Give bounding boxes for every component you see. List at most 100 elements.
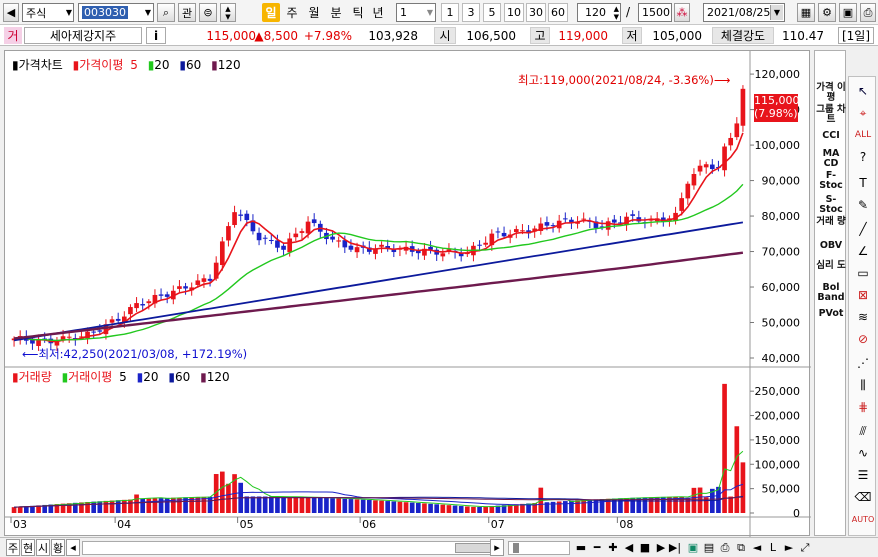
tab-stock[interactable]: 주 xyxy=(6,539,20,556)
indicator-group[interactable]: 그룹 차트 xyxy=(815,105,847,125)
stop-icon[interactable]: ■ xyxy=(638,540,652,555)
indicator-sstoc[interactable]: S- Stoc xyxy=(815,195,847,215)
price-tick-label: 120,000 xyxy=(755,68,801,81)
candle-body xyxy=(244,213,250,221)
indicator-macd[interactable]: MA CD xyxy=(815,149,847,169)
fan-icon[interactable]: ⋰ xyxy=(851,353,875,373)
indicator-fstoc[interactable]: F- Stoc xyxy=(815,171,847,191)
layout-icon[interactable]: ▦ xyxy=(797,3,815,22)
text-icon[interactable]: T xyxy=(851,173,875,193)
l-icon[interactable]: L xyxy=(766,540,780,555)
indicator-volume[interactable]: 거래 량 xyxy=(815,217,847,227)
preset-10[interactable]: 10 xyxy=(504,3,524,22)
fibo-icon[interactable]: ⊠ xyxy=(851,285,875,305)
candle-body xyxy=(146,301,152,304)
tab-current[interactable]: 현 xyxy=(21,539,35,556)
first-icon[interactable]: ◀ xyxy=(622,540,636,555)
fullscreen-icon[interactable]: ⤢ xyxy=(798,540,812,555)
indicator-cci[interactable]: CCI xyxy=(815,131,847,141)
tab-year[interactable]: 년 xyxy=(369,3,387,22)
channel-icon[interactable]: ≋ xyxy=(851,307,875,327)
help-icon[interactable]: ? xyxy=(851,147,875,167)
fib-retrace-icon[interactable]: ☰ xyxy=(851,465,875,485)
code-input[interactable]: 003030 ▼ xyxy=(78,3,154,22)
play-icon[interactable]: ▶ xyxy=(654,540,668,555)
candle-body xyxy=(428,246,433,250)
tab-monthly[interactable]: 월 xyxy=(305,3,323,22)
chart-area[interactable]: 120,000110,000100,00090,00080,00070,0006… xyxy=(4,50,811,537)
volume-bar xyxy=(250,496,256,513)
line-icon[interactable]: ╱ xyxy=(851,219,875,239)
total-input[interactable]: 1500 xyxy=(638,3,672,22)
scroll-right-icon[interactable]: ▸ xyxy=(490,539,504,556)
indicator-panel: 가격 이평 그룹 차트 CCI MA CD F- Stoc S- Stoc 거래… xyxy=(814,50,846,536)
count-input[interactable]: 120 ▲ ▼ xyxy=(577,3,621,22)
horizontal-scrollbar[interactable] xyxy=(82,541,502,555)
indicator-bolband[interactable]: Bol Band xyxy=(815,283,847,303)
crosshair-icon[interactable]: ⌖ xyxy=(851,103,875,123)
tab-status[interactable]: 황 xyxy=(51,539,65,556)
restore-icon[interactable]: ⧉ xyxy=(734,540,748,555)
stock-name[interactable]: 세아제강지주 xyxy=(24,27,142,44)
all-icon[interactable]: ALL xyxy=(851,125,875,145)
print-small-icon[interactable]: ⎙ xyxy=(718,540,732,555)
scroll-left-icon[interactable]: ◂ xyxy=(66,539,80,556)
erase-icon[interactable]: ⌫ xyxy=(851,487,875,507)
disk-icon[interactable]: ▤ xyxy=(702,540,716,555)
grid-icon[interactable]: ⫻ xyxy=(851,421,875,441)
low-label: 저 xyxy=(622,27,642,44)
auto-icon[interactable]: AUTO xyxy=(851,509,875,529)
prev-icon[interactable]: ◀ xyxy=(3,3,19,22)
high-label: 고 xyxy=(530,27,550,44)
price-volume-chart[interactable]: 120,000110,000100,00090,00080,00070,0006… xyxy=(5,51,811,537)
preset-5[interactable]: 5 xyxy=(483,3,501,22)
zoom-out-icon[interactable]: ▬ xyxy=(574,540,588,555)
indicator-psy[interactable]: 심리 도 xyxy=(815,261,847,271)
preset-60[interactable]: 60 xyxy=(548,3,568,22)
tab-daily[interactable]: 일 xyxy=(262,3,280,22)
indicator-obv[interactable]: OBV xyxy=(815,241,847,251)
last-icon[interactable]: ▶| xyxy=(668,540,682,555)
vol-ma120-legend: ▮120 xyxy=(200,370,230,384)
angle-icon[interactable]: ∠ xyxy=(851,241,875,261)
relation-button[interactable]: 관 xyxy=(178,3,196,22)
speed-line-icon[interactable]: ⋕ xyxy=(851,397,875,417)
arrow-right-icon[interactable]: ► xyxy=(782,540,796,555)
spin-icon[interactable]: ▲ ▼ xyxy=(220,3,236,22)
tab-weekly[interactable]: 주 xyxy=(283,3,301,22)
preset-3[interactable]: 3 xyxy=(462,3,480,22)
refresh-icon[interactable]: ⁂ xyxy=(674,3,690,22)
indicator-ma[interactable]: 가격 이평 xyxy=(815,83,847,103)
gann-icon[interactable]: ⊘ xyxy=(851,329,875,349)
open-value: 106,500 xyxy=(466,28,516,43)
volume-bar xyxy=(330,498,335,513)
cycle-icon[interactable]: ⫼ xyxy=(851,375,875,395)
volume-value: 103,928 xyxy=(368,28,418,43)
save-icon[interactable]: ▣ xyxy=(839,3,857,22)
minus-icon[interactable]: ━ xyxy=(590,540,604,555)
lock-icon[interactable]: ⊜ xyxy=(199,3,217,22)
tab-tick[interactable]: 틱 xyxy=(349,3,367,22)
candle-body xyxy=(287,238,293,253)
tab-market[interactable]: 시 xyxy=(36,539,50,556)
market-select[interactable]: 주식 ▼ xyxy=(22,3,74,22)
tab-minute[interactable]: 분 xyxy=(327,3,345,22)
excel-icon[interactable]: ▣ xyxy=(686,540,700,555)
print-icon[interactable]: ⎙ xyxy=(860,3,876,22)
preset-30[interactable]: 30 xyxy=(526,3,546,22)
plus-icon[interactable]: ✚ xyxy=(606,540,620,555)
cursor-icon[interactable]: ↖ xyxy=(851,81,875,101)
search-icon[interactable]: ⌕ xyxy=(157,3,175,22)
wave-icon[interactable]: ∿ xyxy=(851,443,875,463)
indicator-pivot[interactable]: PVot xyxy=(815,309,847,319)
arrow-left-icon[interactable]: ◄ xyxy=(750,540,764,555)
pen-icon[interactable]: ✎ xyxy=(851,195,875,215)
preset-1[interactable]: 1 xyxy=(441,3,459,22)
gear-icon[interactable]: ⚙ xyxy=(818,3,836,22)
zoom-thumb[interactable] xyxy=(513,543,519,553)
info-icon[interactable]: i xyxy=(146,27,166,44)
zoom-slider[interactable] xyxy=(508,541,570,555)
interval-select[interactable]: 1 ▼ xyxy=(396,3,436,22)
rect-icon[interactable]: ▭ xyxy=(851,263,875,283)
date-input[interactable]: 2021/08/25 ▼ xyxy=(703,3,785,22)
